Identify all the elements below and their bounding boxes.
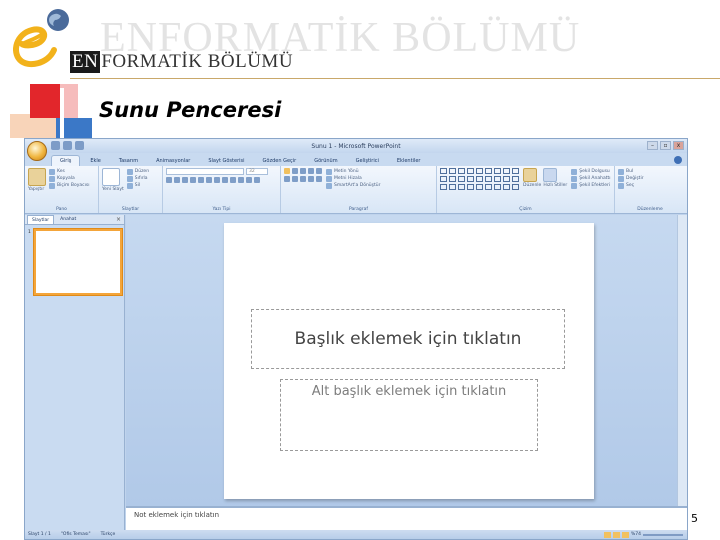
- tab-ekle[interactable]: Ekle: [82, 156, 109, 166]
- help-icon[interactable]: [674, 156, 682, 164]
- quick-styles-button[interactable]: Hızlı Stiller: [543, 182, 567, 189]
- group-label-paragraf: Paragraf: [349, 207, 368, 212]
- new-slide-button[interactable]: Yeni Slayt: [102, 186, 124, 193]
- e-logo-icon: [13, 9, 69, 68]
- slide[interactable]: Başlık eklemek için tıklatın Alt başlık …: [224, 223, 594, 499]
- group-yazi-tipi: 32 Yazı Tipi: [163, 166, 281, 213]
- vertical-scrollbar[interactable]: [677, 215, 687, 506]
- tab-eklentiler[interactable]: Eklentiler: [389, 156, 429, 166]
- tab-gozden-gecir[interactable]: Gözden Geçir: [255, 156, 305, 166]
- list-buttons[interactable]: [284, 168, 322, 174]
- copy-button[interactable]: Kopyala: [49, 175, 89, 182]
- pane-close-icon[interactable]: ×: [116, 216, 121, 223]
- thumbnail-number: 1: [28, 230, 31, 235]
- header-rule: [70, 78, 720, 79]
- slide-thumbnail[interactable]: [34, 229, 122, 295]
- font-name-combo[interactable]: [166, 168, 244, 175]
- ribbon-tabs: Giriş Ekle Tasarım Animasyonlar Slayt Gö…: [25, 153, 687, 166]
- status-theme: "Ofis Teması": [60, 532, 91, 537]
- sorter-view-icon[interactable]: [612, 531, 620, 538]
- tab-giris[interactable]: Giriş: [51, 155, 81, 166]
- font-size-combo[interactable]: 32: [246, 168, 268, 175]
- shape-effects-button[interactable]: Şekil Efektleri: [571, 182, 610, 189]
- brand-logotype: EN FORMATİK BÖLÜMÜ: [70, 51, 293, 73]
- align-text-button[interactable]: Metni Hizala: [326, 175, 380, 182]
- tab-anahat[interactable]: Anahat: [56, 215, 80, 224]
- text-direction-button[interactable]: Metin Yönü: [326, 168, 380, 175]
- scissors-icon: [49, 168, 55, 175]
- normal-view-icon[interactable]: [603, 531, 611, 538]
- slides-pane: Slaytlar Anahat × 1: [25, 215, 125, 530]
- new-slide-icon[interactable]: [102, 168, 120, 186]
- slide-header: ENFORMATİK BÖLÜMÜ EN FORMATİK BÖLÜMÜ: [0, 0, 720, 80]
- tab-animasyonlar[interactable]: Animasyonlar: [148, 156, 198, 166]
- window-title: Sunu 1 - Microsoft PowerPoint: [311, 142, 401, 150]
- smartart-button[interactable]: SmartArt'a Dönüştür: [326, 182, 380, 189]
- powerpoint-window: Sunu 1 - Microsoft PowerPoint – ▫ x Giri…: [24, 138, 688, 540]
- find-button[interactable]: Bul: [618, 168, 682, 175]
- shape-fill-button[interactable]: Şekil Dolgusu: [571, 168, 610, 175]
- align-buttons[interactable]: [284, 176, 322, 182]
- format-painter-button[interactable]: Biçim Boyacısı: [49, 182, 89, 189]
- brand-rest: FORMATİK BÖLÜMÜ: [101, 51, 294, 72]
- group-label-duzenleme: Düzenleme: [637, 207, 663, 212]
- decorative-squares: [10, 84, 92, 140]
- office-button[interactable]: [27, 141, 47, 161]
- quick-access-toolbar[interactable]: [51, 141, 84, 150]
- tab-slayt-gosterisi[interactable]: Slayt Gösterisi: [200, 156, 252, 166]
- font-format-buttons[interactable]: [166, 177, 277, 183]
- title-placeholder[interactable]: Başlık eklemek için tıklatın: [251, 309, 565, 369]
- reset-button[interactable]: Sıfırla: [126, 175, 149, 182]
- replace-button[interactable]: Değiştir: [618, 175, 682, 182]
- delete-button[interactable]: Sil: [126, 182, 149, 189]
- tab-gelistirici[interactable]: Geliştirici: [348, 156, 387, 166]
- group-label-cizim: Çizim: [519, 207, 532, 212]
- brush-icon: [49, 182, 55, 189]
- minimize-button[interactable]: –: [647, 141, 658, 150]
- subtitle-placeholder[interactable]: Alt başlık eklemek için tıklatın: [280, 379, 538, 451]
- group-label-pano: Pano: [56, 207, 67, 212]
- zoom-level[interactable]: %74: [631, 532, 641, 537]
- notes-pane[interactable]: Not eklemek için tıklatın: [126, 506, 687, 530]
- title-bar: Sunu 1 - Microsoft PowerPoint – ▫ x: [25, 139, 687, 153]
- group-label-slaytlar: Slaytlar: [121, 207, 140, 212]
- ribbon: Yapıştır Kes Kopyala Biçim Boyacısı Pano…: [25, 166, 687, 214]
- layout-button[interactable]: Düzen: [126, 168, 149, 175]
- group-paragraf: Metin Yönü Metni Hizala SmartArt'a Dönüş…: [281, 166, 437, 213]
- tab-tasarim[interactable]: Tasarım: [111, 156, 146, 166]
- page-number: 5: [691, 512, 698, 525]
- workspace: Slaytlar Anahat × 1 Başlık eklemek için …: [25, 215, 687, 530]
- paste-button[interactable]: Yapıştır: [28, 186, 46, 193]
- copy-icon: [49, 175, 55, 182]
- status-language[interactable]: Türkçe: [101, 532, 116, 537]
- arrange-icon[interactable]: [523, 168, 537, 182]
- pane-tabs: Slaytlar Anahat ×: [25, 215, 124, 225]
- slide-canvas: Başlık eklemek için tıklatın Alt başlık …: [126, 215, 687, 506]
- group-cizim: Düzenle Hızlı Stiller Şekil Dolgusu Şeki…: [437, 166, 615, 213]
- shapes-gallery[interactable]: [440, 168, 519, 190]
- slide-title: Sunu Penceresi: [99, 98, 282, 122]
- paste-icon[interactable]: [28, 168, 46, 186]
- status-bar: Slayt 1 / 1 "Ofis Teması" Türkçe %74: [25, 530, 687, 539]
- window-controls[interactable]: – ▫ x: [647, 141, 684, 150]
- status-slide: Slayt 1 / 1: [28, 532, 51, 537]
- group-label-yazi-tipi: Yazı Tipi: [212, 207, 231, 212]
- close-button[interactable]: x: [673, 141, 684, 150]
- view-controls: %74: [603, 531, 687, 538]
- zoom-slider[interactable]: [643, 533, 683, 536]
- brand-en: EN: [70, 51, 101, 73]
- group-duzenleme: Bul Değiştir Seç Düzenleme: [615, 166, 685, 213]
- tab-slaytlar[interactable]: Slaytlar: [27, 215, 55, 224]
- arrange-button[interactable]: Düzenle: [523, 182, 541, 189]
- shape-outline-button[interactable]: Şekil Anahattı: [571, 175, 611, 182]
- slideshow-view-icon[interactable]: [621, 531, 629, 538]
- group-pano: Yapıştır Kes Kopyala Biçim Boyacısı Pano: [25, 166, 99, 213]
- cut-button[interactable]: Kes: [49, 168, 89, 175]
- notes-placeholder: Not eklemek için tıklatın: [134, 511, 220, 519]
- tab-gorunum[interactable]: Görünüm: [306, 156, 345, 166]
- quick-styles-icon[interactable]: [543, 168, 558, 182]
- maximize-button[interactable]: ▫: [660, 141, 671, 150]
- select-button[interactable]: Seç: [618, 182, 682, 189]
- group-slaytlar: Yeni Slayt Düzen Sıfırla Sil Slaytlar: [99, 166, 163, 213]
